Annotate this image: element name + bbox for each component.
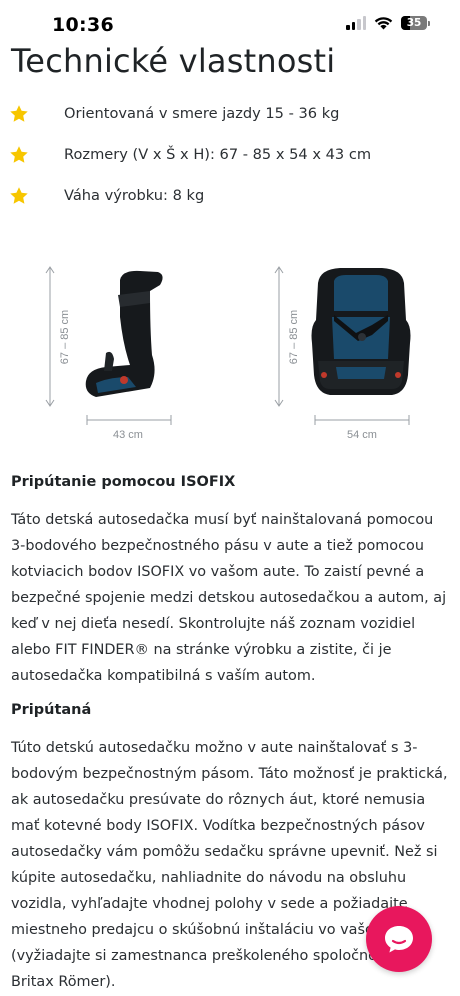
section-body-isofix: Táto detská autosedačka musí byť nainšta… — [11, 512, 447, 684]
status-icons: 35 — [346, 16, 430, 30]
battery-level: 35 — [406, 17, 422, 29]
chat-bubble-icon — [385, 926, 413, 953]
cellular-signal-icon — [346, 16, 366, 30]
spec-item: Orientovaná v smere jazdy 15 - 36 kg — [0, 98, 460, 130]
wifi-icon — [374, 17, 393, 30]
section-heading-isofix: Pripútanie pomocou ISOFIX — [11, 474, 236, 490]
spec-text: Váha výrobku: 8 kg — [64, 187, 205, 204]
side-view-figure: 67 – 85 cm 43 cm — [45, 266, 172, 441]
spec-text: Orientovaná v smere jazdy 15 - 36 kg — [64, 105, 340, 122]
section-heading-belted: Pripútaná — [11, 702, 92, 718]
page-title: Technické vlastnosti — [11, 42, 336, 80]
star-icon — [10, 187, 28, 204]
chat-button[interactable] — [366, 906, 432, 972]
front-width-label: 54 cm — [347, 429, 377, 441]
battery-icon: 35 — [401, 16, 430, 30]
spec-text: Rozmery (V x Š x H): 67 - 85 x 54 x 43 c… — [64, 146, 372, 163]
front-height-label: 67 – 85 cm — [288, 310, 300, 364]
front-view-figure: 67 – 85 cm 54 cm — [274, 266, 411, 441]
spec-item: Rozmery (V x Š x H): 67 - 85 x 54 x 43 c… — [0, 139, 460, 171]
status-bar: 10:36 35 — [0, 0, 460, 46]
star-icon — [10, 146, 28, 163]
star-icon — [10, 105, 28, 122]
status-time: 10:36 — [52, 14, 114, 36]
side-depth-label: 43 cm — [113, 429, 143, 441]
spec-item: Váha výrobku: 8 kg — [0, 180, 460, 212]
dimension-figures: 67 – 85 cm 43 cm 67 – 85 cm 54 cm — [45, 266, 411, 441]
side-height-label: 67 – 85 cm — [59, 310, 71, 364]
